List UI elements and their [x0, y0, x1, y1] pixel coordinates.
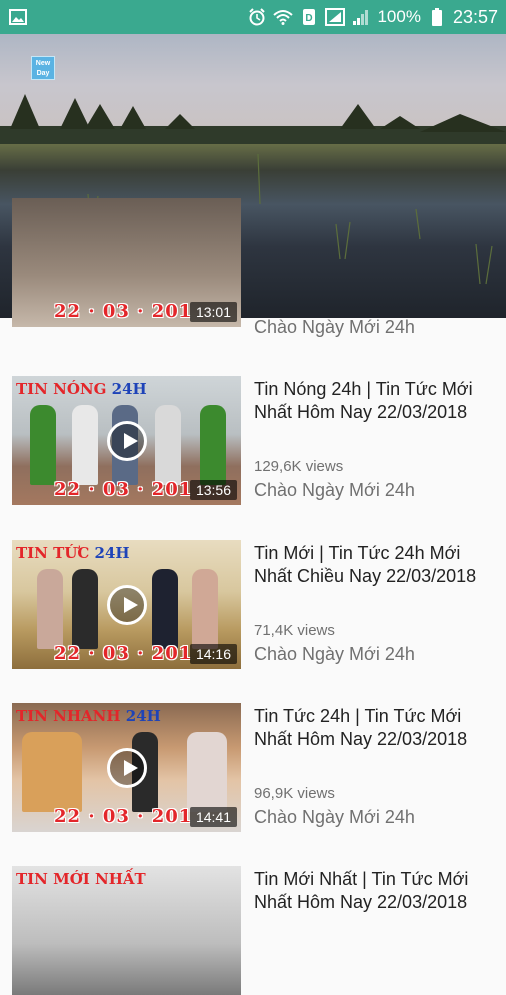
- video-channel: Chào Ngày Mới 24h: [254, 480, 415, 500]
- video-title[interactable]: Tin Mới | Tin Tức 24h Mới Nhất Chiều Nay…: [254, 542, 500, 588]
- alarm-icon: [247, 8, 267, 26]
- video-title[interactable]: Tin Mới Nhất | Tin Tức Mới Nhất Hôm Nay …: [254, 868, 500, 914]
- thumbnail-figure: [37, 569, 63, 649]
- thumbnail-figure: [200, 405, 226, 485]
- video-thumbnail[interactable]: 22 · 03 · 201 13:01: [12, 198, 241, 327]
- video-views: 129,6K views: [254, 458, 344, 475]
- thumbnail-figure: [30, 405, 56, 485]
- video-thumbnail[interactable]: TIN MỚI NHẤT: [12, 866, 241, 995]
- video-duration: 14:41: [189, 807, 237, 827]
- thumbnail-figure: [192, 569, 218, 649]
- video-duration: 13:01: [189, 302, 237, 322]
- play-icon[interactable]: [106, 747, 147, 788]
- signal-icon-2: [351, 8, 371, 26]
- video-duration: 13:56: [189, 480, 237, 500]
- clock: 23:57: [452, 6, 498, 27]
- video-duration: 14:16: [189, 644, 237, 664]
- video-channel: Chào Ngày Mới 24h: [254, 807, 415, 827]
- thumbnail-figure: [22, 732, 82, 812]
- play-icon[interactable]: [106, 584, 147, 625]
- status-bar: D 100% 23:57: [0, 0, 506, 34]
- thumbnail-figure: [155, 405, 181, 485]
- video-title[interactable]: Tin Tức 24h | Tin Tức Mới Nhất Hôm Nay 2…: [254, 705, 500, 751]
- gallery-notification-icon: [8, 8, 28, 26]
- wifi-icon: [273, 8, 294, 26]
- thumbnail-date-overlay: 22 · 03 · 201: [54, 806, 193, 827]
- thumbnail-ribbon: TIN NÓNG 24H: [16, 380, 147, 398]
- thumbnail-date-overlay: 22 · 03 · 201: [54, 301, 193, 322]
- thumbnail-ribbon: TIN MỚI NHẤT: [16, 870, 146, 888]
- video-thumbnail[interactable]: TIN TỨC 24H 22 · 03 · 201 14:16: [12, 540, 241, 669]
- data-saver-icon: D: [299, 8, 319, 26]
- thumbnail-figure: [72, 405, 98, 485]
- channel-logo[interactable]: New Day: [31, 56, 55, 80]
- thumbnail-figure: [152, 569, 178, 649]
- video-title[interactable]: Tin Nóng 24h | Tin Tức Mới Nhất Hôm Nay …: [254, 378, 500, 424]
- battery-percentage: 100%: [377, 7, 421, 26]
- play-icon[interactable]: [106, 420, 147, 461]
- thumbnail-figure: [187, 732, 227, 812]
- thumbnail-ribbon: TIN NHANH 24H: [16, 707, 161, 725]
- video-thumbnail[interactable]: TIN NHANH 24H 22 · 03 · 201 14:41: [12, 703, 241, 832]
- battery-icon: [427, 8, 447, 26]
- video-views: 96,9K views: [254, 785, 335, 802]
- thumbnail-figure: [72, 569, 98, 649]
- svg-text:D: D: [306, 13, 313, 24]
- thumbnail-date-overlay: 22 · 03 · 201: [54, 643, 193, 664]
- thumbnail-date-overlay: 22 · 03 · 201: [54, 479, 193, 500]
- video-channel: Chào Ngày Mới 24h: [254, 644, 415, 664]
- video-thumbnail[interactable]: TIN NÓNG 24H 22 · 03 · 201 13:56: [12, 376, 241, 505]
- thumbnail-ribbon: TIN TỨC 24H: [16, 544, 130, 562]
- signal-icon-1: [325, 8, 346, 26]
- video-views: 71,4K views: [254, 622, 335, 639]
- video-channel: Chào Ngày Mới 24h: [254, 317, 415, 337]
